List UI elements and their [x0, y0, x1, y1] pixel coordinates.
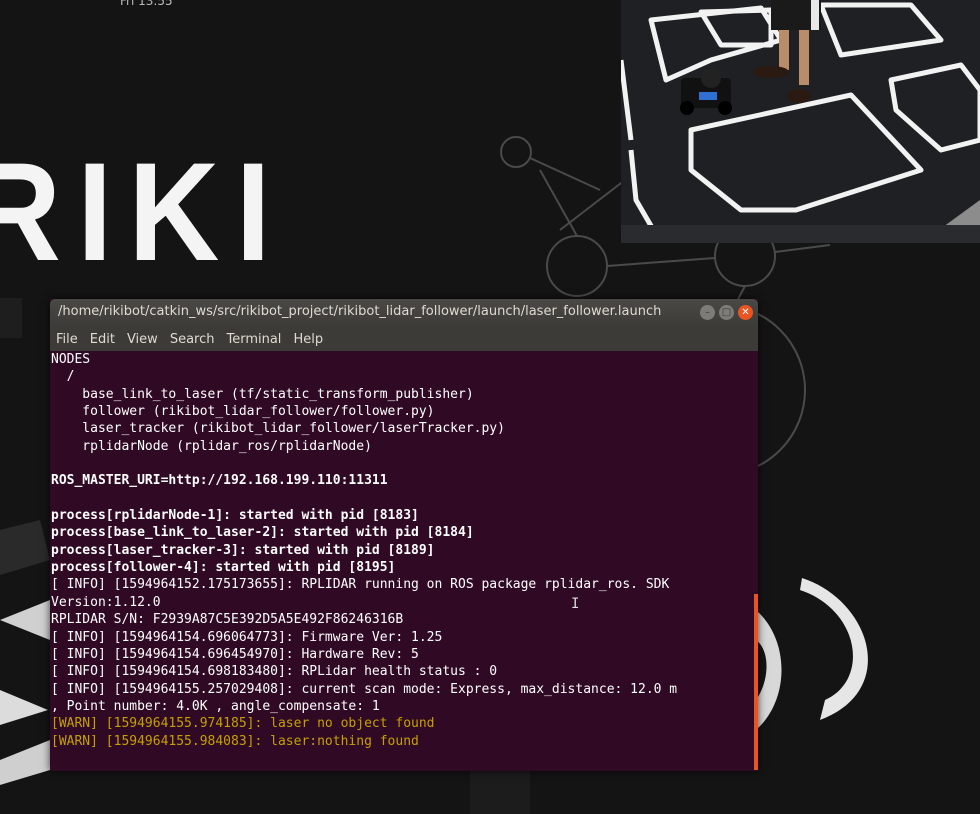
terminal-line: [ INFO] [1594964154.696064773]: Firmware…	[51, 629, 443, 645]
terminal-line: [ INFO] [1594964154.698183480]: RPLidar …	[51, 664, 498, 680]
terminal-line: base_link_to_laser (tf/static_transform_…	[51, 386, 474, 402]
terminal-line: ROS_MASTER_URI=http://192.168.199.110:11…	[51, 473, 388, 489]
menu-help[interactable]: Help	[287, 332, 329, 347]
terminal-line: laser_tracker (rikibot_lidar_follower/la…	[51, 421, 505, 437]
text-cursor-icon: I	[571, 596, 580, 612]
terminal-line: NODES	[51, 352, 91, 367]
camera-video-inset	[621, 0, 980, 243]
menu-view[interactable]: View	[121, 332, 164, 347]
terminal-line: /	[51, 369, 75, 385]
terminal-scrollbar[interactable]	[754, 594, 758, 770]
terminal-line: Version:1.12.0	[51, 594, 161, 610]
close-button[interactable]: ✕	[738, 305, 753, 320]
terminal-line: , Point number: 4.0K , angle_compensate:…	[51, 698, 380, 714]
terminal-line: [ INFO] [1594964154.696454970]: Hardware…	[51, 646, 419, 662]
terminal-output[interactable]: NODES / base_link_to_laser (tf/static_tr…	[50, 351, 750, 771]
terminal-line: [ INFO] [1594964152.175173655]: RPLIDAR …	[51, 577, 670, 593]
menu-file[interactable]: File	[50, 332, 84, 347]
maximize-button[interactable]: □	[719, 305, 734, 320]
menu-search[interactable]: Search	[164, 332, 221, 347]
menu-terminal[interactable]: Terminal	[220, 332, 287, 347]
riki-logo: RIKI	[0, 133, 287, 290]
terminal-titlebar[interactable]: /home/rikibot/catkin_ws/src/rikibot_proj…	[50, 299, 758, 327]
terminal-line: follower (rikibot_lidar_follower/followe…	[51, 404, 435, 420]
terminal-line: [WARN] [1594964155.984083]: laser:nothin…	[51, 733, 419, 749]
terminal-line: process[base_link_to_laser-2]: started w…	[51, 525, 474, 541]
minimize-icon: –	[705, 307, 710, 318]
terminal-line: [WARN] [1594964155.974185]: laser no obj…	[51, 716, 435, 732]
menu-edit[interactable]: Edit	[84, 332, 121, 347]
terminal-line: [ INFO] [1594964155.257029408]: current …	[51, 681, 678, 697]
terminal-menubar: File Edit View Search Terminal Help	[50, 327, 758, 351]
terminal-line: RPLIDAR S/N: F2939A87C5E392D5A5E492F8624…	[51, 612, 404, 628]
terminal-line: process[follower-4]: started with pid [8…	[51, 560, 396, 576]
terminal-window[interactable]: /home/rikibot/catkin_ws/src/rikibot_proj…	[50, 299, 758, 771]
terminal-line: process[laser_tracker-3]: started with p…	[51, 542, 435, 558]
terminal-line: rplidarNode (rplidar_ros/rplidarNode)	[51, 438, 372, 454]
maximize-icon: □	[721, 307, 732, 318]
close-icon: ✕	[741, 307, 750, 318]
window-title: /home/rikibot/catkin_ws/src/rikibot_proj…	[58, 304, 662, 319]
terminal-line: process[rplidarNode-1]: started with pid…	[51, 508, 419, 524]
top-bar-clock[interactable]: Fri 13:55	[120, 0, 173, 8]
minimize-button[interactable]: –	[700, 305, 715, 320]
